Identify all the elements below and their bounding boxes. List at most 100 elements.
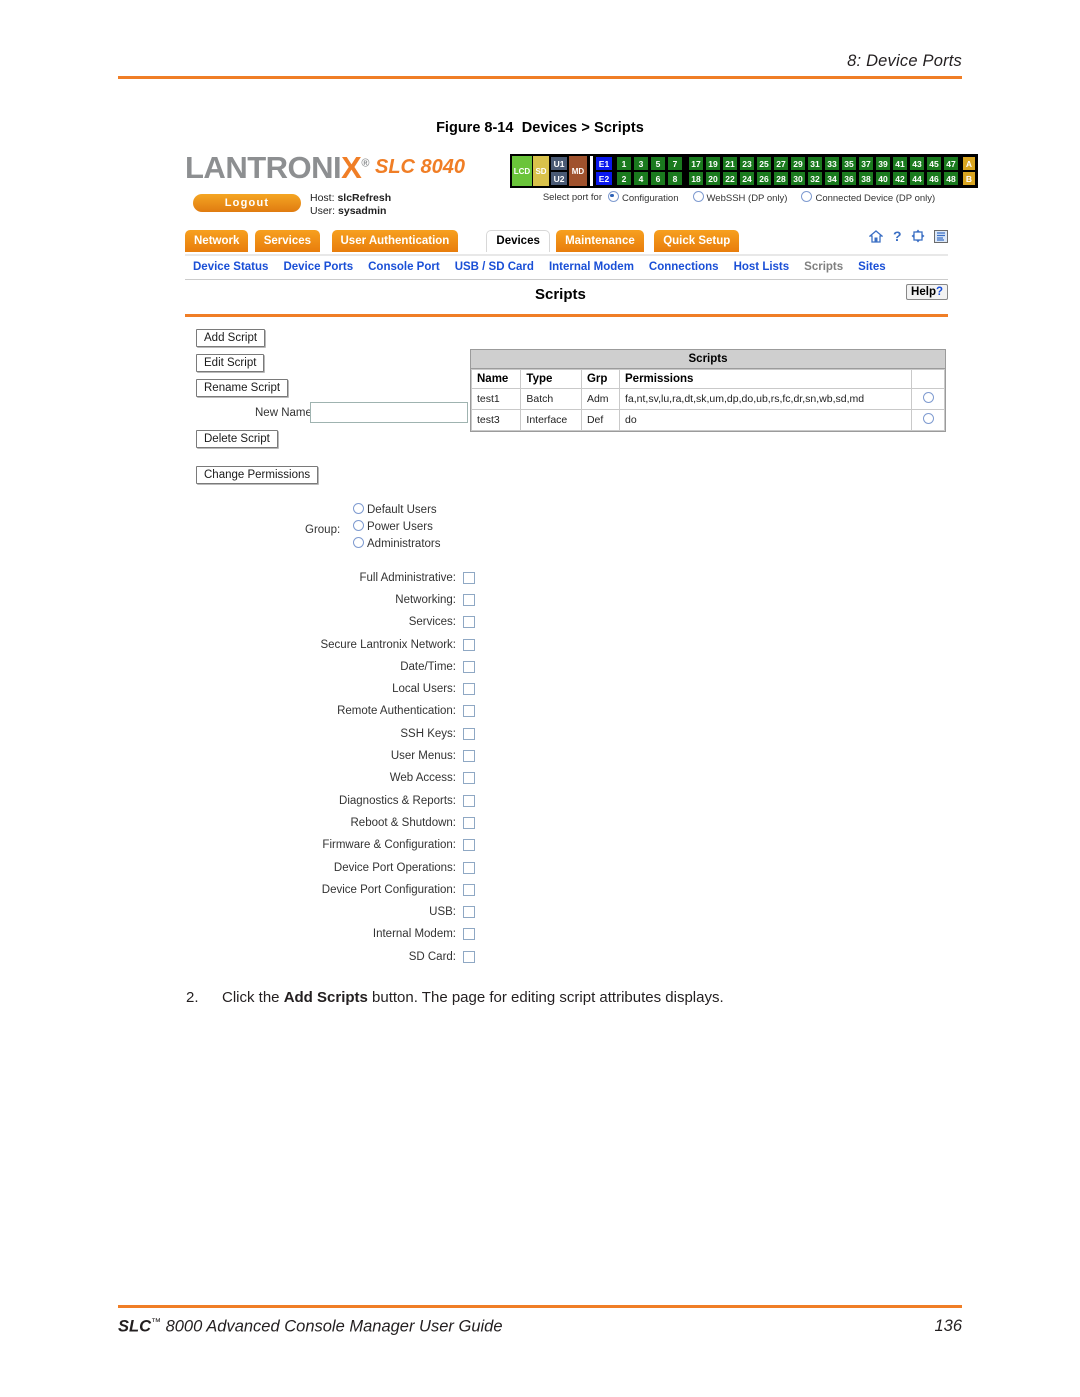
radio-icon[interactable] (353, 519, 364, 531)
port-27[interactable]: 27 (773, 156, 789, 171)
port-45[interactable]: 45 (926, 156, 942, 171)
port-28[interactable]: 28 (773, 171, 789, 186)
row-select-cell[interactable] (911, 408, 945, 431)
delete-script-button[interactable]: Delete Script (196, 429, 278, 448)
checkbox-icon[interactable] (463, 816, 475, 829)
subnav-host-lists[interactable]: Host Lists (734, 261, 790, 273)
table-row[interactable]: test1 Batch Adm fa,nt,sv,lu,ra,dt,sk,um,dp,… (470, 387, 945, 410)
expand-icon[interactable] (911, 229, 925, 243)
port-30[interactable]: 30 (790, 171, 806, 186)
permission-row-2[interactable]: Services: (185, 611, 475, 633)
subnav-device-ports[interactable]: Device Ports (283, 261, 353, 273)
port-24[interactable]: 24 (739, 171, 755, 186)
radio-icon[interactable] (801, 191, 813, 202)
subnav-usb-sd-card[interactable]: USB / SD Card (455, 261, 534, 273)
checkbox-icon[interactable] (463, 593, 475, 606)
help-button[interactable]: Help? (906, 284, 948, 300)
checkbox-icon[interactable] (463, 683, 475, 696)
permission-row-9[interactable]: Web Access: (185, 767, 475, 789)
change-permissions-button[interactable]: Change Permissions (196, 465, 319, 484)
group-option-1[interactable]: Power Users (353, 519, 441, 536)
permission-row-7[interactable]: SSH Keys: (185, 723, 475, 745)
port-33[interactable]: 33 (824, 156, 840, 171)
port-20[interactable]: 20 (705, 171, 721, 186)
rename-script-button[interactable]: Rename Script (196, 378, 289, 397)
group-option-0[interactable]: Default Users (353, 502, 441, 519)
checkbox-icon[interactable] (463, 906, 475, 919)
checkbox-icon[interactable] (463, 660, 475, 673)
permission-row-5[interactable]: Local Users: (185, 678, 475, 700)
port-1[interactable]: 1 (616, 156, 632, 171)
select-port-option-1[interactable]: WebSSH (DP only) (692, 191, 787, 204)
port-38[interactable]: 38 (858, 171, 874, 186)
port-21[interactable]: 21 (722, 156, 738, 171)
permission-row-8[interactable]: User Menus: (185, 745, 475, 767)
checkbox-icon[interactable] (463, 883, 475, 896)
checkbox-icon[interactable] (463, 794, 475, 807)
port-a[interactable]: A (962, 156, 976, 171)
checkbox-icon[interactable] (463, 571, 475, 584)
permission-row-0[interactable]: Full Administrative: (185, 567, 475, 589)
port-44[interactable]: 44 (909, 171, 925, 186)
help-icon[interactable]: ? (892, 229, 902, 243)
checkbox-icon[interactable] (463, 727, 475, 740)
port-7[interactable]: 7 (667, 156, 683, 171)
tab-maintenance[interactable]: Maintenance (556, 230, 644, 252)
list-icon[interactable] (934, 229, 948, 243)
port-36[interactable]: 36 (841, 171, 857, 186)
permission-row-16[interactable]: Internal Modem: (185, 923, 475, 945)
checkbox-icon[interactable] (463, 750, 475, 763)
row-select-cell[interactable] (911, 387, 945, 410)
tab-quick-setup[interactable]: Quick Setup (654, 230, 740, 252)
permission-row-3[interactable]: Secure Lantronix Network: (185, 633, 475, 655)
permission-row-13[interactable]: Device Port Operations: (185, 856, 475, 878)
radio-icon[interactable] (607, 191, 619, 202)
port-22[interactable]: 22 (722, 171, 738, 186)
subnav-internal-modem[interactable]: Internal Modem (549, 261, 634, 273)
checkbox-icon[interactable] (463, 772, 475, 785)
subnav-connections[interactable]: Connections (649, 261, 719, 273)
add-script-button[interactable]: Add Script (196, 328, 266, 347)
radio-icon[interactable] (353, 536, 364, 548)
permission-row-4[interactable]: Date/Time: (185, 656, 475, 678)
checkbox-icon[interactable] (463, 861, 475, 874)
port-39[interactable]: 39 (875, 156, 891, 171)
port-29[interactable]: 29 (790, 156, 806, 171)
port-41[interactable]: 41 (892, 156, 908, 171)
port-26[interactable]: 26 (756, 171, 772, 186)
permission-row-6[interactable]: Remote Authentication: (185, 700, 475, 722)
port-19[interactable]: 19 (705, 156, 721, 171)
port-47[interactable]: 47 (943, 156, 959, 171)
port-23[interactable]: 23 (739, 156, 755, 171)
subnav-scripts[interactable]: Scripts (804, 261, 843, 273)
checkbox-icon[interactable] (463, 928, 475, 941)
port-43[interactable]: 43 (909, 156, 925, 171)
permission-row-12[interactable]: Firmware & Configuration: (185, 834, 475, 856)
checkbox-icon[interactable] (463, 705, 475, 718)
port-37[interactable]: 37 (858, 156, 874, 171)
permission-row-10[interactable]: Diagnostics & Reports: (185, 789, 475, 811)
new-name-input[interactable] (310, 401, 468, 423)
permission-row-11[interactable]: Reboot & Shutdown: (185, 812, 475, 834)
edit-script-button[interactable]: Edit Script (196, 353, 265, 372)
port-17[interactable]: 17 (688, 156, 704, 171)
tab-network[interactable]: Network (185, 230, 249, 252)
port-sd[interactable]: SD (533, 156, 549, 186)
checkbox-icon[interactable] (463, 950, 475, 963)
tab-user-authentication[interactable]: User Authentication (331, 230, 459, 252)
port-5[interactable]: 5 (650, 156, 666, 171)
tab-services[interactable]: Services (254, 230, 321, 252)
port-3[interactable]: 3 (633, 156, 649, 171)
port-35[interactable]: 35 (841, 156, 857, 171)
select-port-option-2[interactable]: Connected Device (DP only) (801, 191, 935, 204)
table-row[interactable]: test3 Interface Def do (470, 408, 945, 431)
port-46[interactable]: 46 (926, 171, 942, 186)
subnav-console-port[interactable]: Console Port (368, 261, 440, 273)
port-25[interactable]: 25 (756, 156, 772, 171)
port-31[interactable]: 31 (807, 156, 823, 171)
port-6[interactable]: 6 (650, 171, 666, 186)
port-u1[interactable]: U1 (550, 156, 568, 171)
permission-row-14[interactable]: Device Port Configuration: (185, 879, 475, 901)
port-18[interactable]: 18 (688, 171, 704, 186)
port-md[interactable]: MD (569, 156, 587, 186)
